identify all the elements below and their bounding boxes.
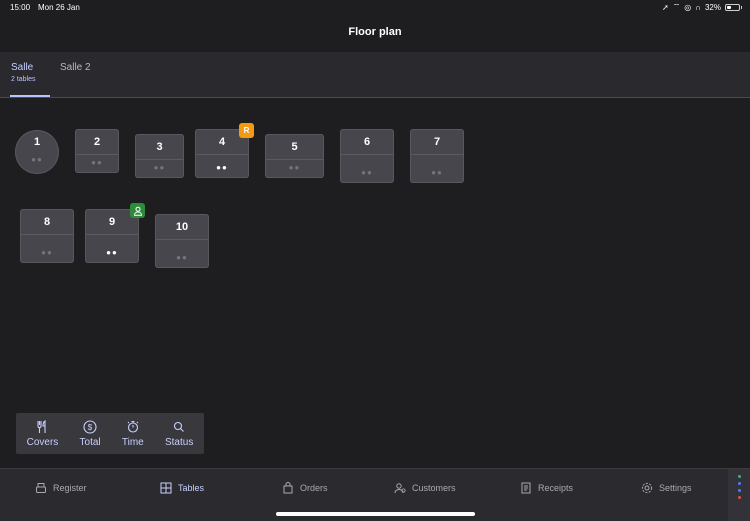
floor-filter-bar: Covers $ Total Time Status	[16, 413, 204, 454]
table-divider	[340, 154, 394, 155]
nav-register[interactable]: Register	[35, 482, 87, 494]
reservation-badge: R	[239, 123, 254, 138]
blue-dot	[738, 482, 741, 485]
bag-icon	[283, 482, 293, 494]
nav-settings[interactable]: Settings	[641, 482, 692, 494]
nav-label: Tables	[178, 483, 205, 493]
table-divider	[265, 159, 324, 160]
nav-customers[interactable]: Customers	[394, 482, 456, 494]
tab-salle-2[interactable]: Salle 2	[60, 62, 91, 73]
app-switcher-strip[interactable]	[728, 469, 750, 521]
blue-dot	[738, 489, 741, 492]
nav-tables[interactable]: Tables	[160, 482, 204, 494]
table-number: 3	[156, 141, 163, 153]
search-icon	[174, 421, 185, 432]
status-label: Status	[164, 436, 194, 448]
red-dot	[738, 496, 741, 499]
table-covers: ●●	[31, 155, 43, 164]
table-number: 1	[33, 136, 41, 148]
table-number: 9	[108, 216, 116, 228]
location-icon: ➚	[662, 2, 669, 12]
receipt-icon	[521, 482, 531, 494]
person-icon	[133, 206, 142, 216]
status-date: Mon 26 Jan	[38, 3, 80, 12]
table-divider	[195, 154, 249, 155]
home-indicator[interactable]	[276, 512, 475, 516]
nav-label: Receipts	[538, 483, 574, 493]
table-covers: ●●	[176, 253, 188, 262]
table-covers: ●●	[216, 163, 228, 172]
table-5[interactable]: 5 ●●	[265, 134, 324, 178]
table-covers: ●●	[106, 248, 118, 257]
tab-subtitle: 2 tables	[11, 76, 36, 83]
status-right: ➚ ⌔ ◎ ∩ 32%	[662, 2, 742, 12]
table-10[interactable]: 10 ●●	[155, 214, 209, 268]
table-divider	[410, 154, 464, 155]
status-filter-button[interactable]: Status	[165, 413, 193, 454]
table-number: 6	[363, 136, 371, 148]
nav-label: Customers	[412, 483, 456, 493]
table-divider	[85, 234, 139, 235]
tab-label: Salle 2	[60, 62, 91, 73]
table-7[interactable]: 7 ●●	[410, 129, 464, 183]
nav-label: Register	[53, 483, 87, 493]
table-divider	[20, 234, 74, 235]
battery-icon	[725, 3, 742, 11]
table-2[interactable]: 2 ●●	[75, 129, 119, 173]
table-covers: ●●	[431, 168, 443, 177]
table-number: 7	[433, 136, 441, 148]
nav-label: Settings	[659, 483, 692, 493]
table-number: 8	[43, 216, 51, 228]
nav-receipts[interactable]: Receipts	[520, 482, 573, 494]
time-filter-button[interactable]: Time	[122, 413, 144, 454]
table-covers: ●●	[288, 163, 301, 172]
wifi-icon: ⌔	[672, 2, 681, 11]
customers-icon	[394, 483, 406, 494]
table-8[interactable]: 8 ●●	[20, 209, 74, 263]
tables-icon	[160, 482, 172, 494]
table-covers: ●●	[41, 248, 53, 257]
tab-salle[interactable]: Salle 2 tables	[11, 62, 36, 83]
customer-badge	[130, 203, 145, 218]
time-label: Time	[121, 436, 144, 448]
green-dot	[738, 475, 741, 478]
battery-fill	[727, 5, 731, 9]
table-divider	[135, 159, 184, 160]
total-filter-button[interactable]: $ Total	[80, 413, 101, 454]
nav-label: Orders	[300, 483, 328, 493]
focus-icon: ◎	[684, 2, 692, 12]
nav-orders[interactable]: Orders	[282, 482, 328, 494]
gear-icon	[641, 482, 653, 494]
table-number: 5	[291, 141, 298, 153]
table-3[interactable]: 3 ●●	[135, 134, 184, 178]
tab-label: Salle	[11, 62, 34, 73]
timer-icon	[127, 420, 139, 433]
battery-percent: 32%	[704, 2, 721, 12]
status-bar: 15:00 Mon 26 Jan ➚ ⌔ ◎ ∩ 32%	[0, 0, 750, 14]
table-number: 10	[175, 221, 189, 233]
dollar-icon: $	[83, 419, 97, 434]
covers-filter-button[interactable]: Covers	[26, 413, 59, 454]
table-number: 2	[93, 136, 101, 148]
room-tabs: Salle 2 tables Salle 2	[0, 52, 750, 98]
active-tab-indicator	[10, 95, 50, 97]
table-divider	[75, 154, 119, 155]
table-covers: ●●	[91, 158, 103, 167]
table-covers: ●●	[361, 168, 373, 177]
table-covers: ●●	[153, 163, 166, 172]
status-time: 15:00	[10, 3, 31, 12]
register-icon	[36, 483, 46, 493]
page-title: Floor plan	[348, 26, 402, 38]
headphones-icon: ∩	[695, 2, 701, 12]
svg-text:$: $	[88, 423, 93, 432]
cutlery-icon	[37, 419, 47, 433]
table-divider	[155, 239, 209, 240]
table-6[interactable]: 6 ●●	[340, 129, 394, 183]
covers-label: Covers	[26, 436, 59, 448]
table-1[interactable]: 1 ●●	[15, 130, 59, 174]
total-label: Total	[79, 436, 101, 448]
